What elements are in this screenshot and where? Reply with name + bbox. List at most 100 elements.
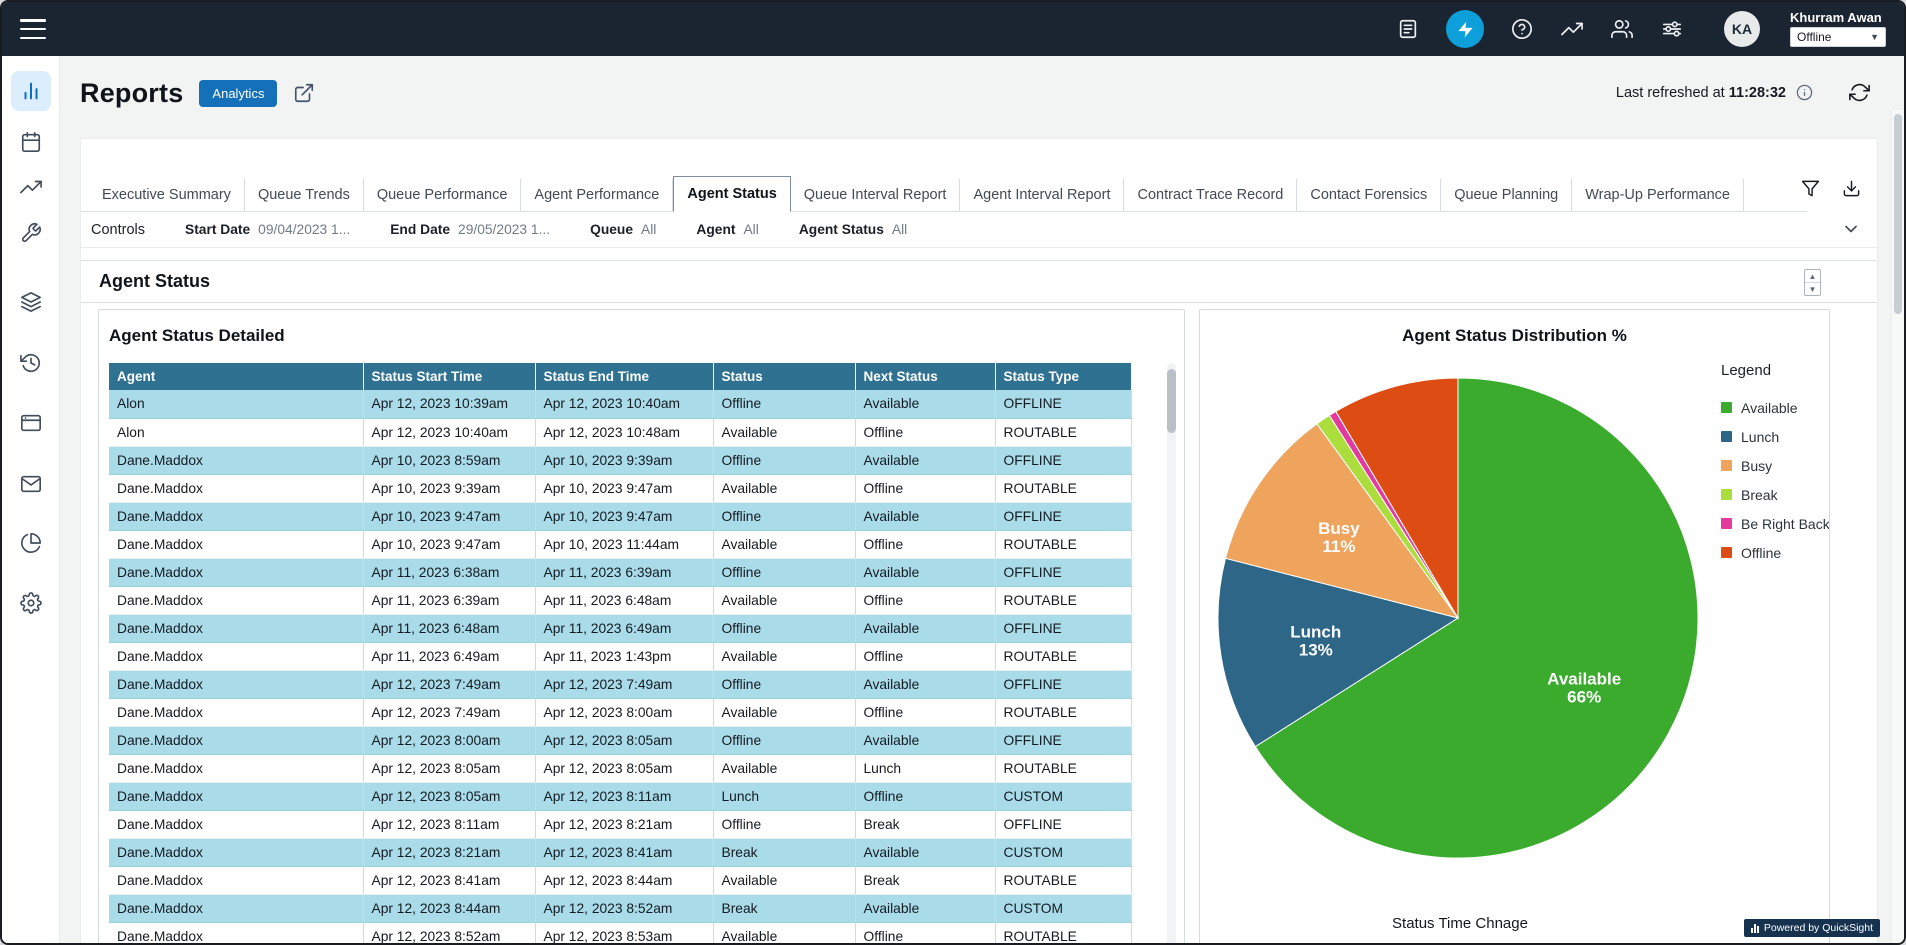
table-cell[interactable]: Apr 12, 2023 8:00am: [363, 726, 535, 754]
table-row[interactable]: Dane.MaddoxApr 12, 2023 8:41amApr 12, 20…: [109, 866, 1131, 894]
table-cell[interactable]: Available: [713, 922, 855, 945]
table-cell[interactable]: Apr 12, 2023 7:49am: [363, 670, 535, 698]
table-cell[interactable]: OFFLINE: [995, 810, 1131, 838]
table-cell[interactable]: Offline: [713, 446, 855, 474]
table-row[interactable]: Dane.MaddoxApr 12, 2023 8:11amApr 12, 20…: [109, 810, 1131, 838]
table-cell[interactable]: Lunch: [855, 754, 995, 782]
table-cell[interactable]: Dane.Maddox: [109, 698, 363, 726]
column-header-status[interactable]: Status: [713, 363, 855, 390]
sidebar-window-icon[interactable]: [11, 403, 51, 443]
table-cell[interactable]: Apr 12, 2023 7:49am: [535, 670, 713, 698]
table-cell[interactable]: ROUTABLE: [995, 418, 1131, 446]
table-cell[interactable]: Apr 11, 2023 6:39am: [535, 558, 713, 586]
table-cell[interactable]: Apr 10, 2023 9:39am: [535, 446, 713, 474]
table-scrollbar-thumb[interactable]: [1167, 369, 1176, 433]
table-cell[interactable]: Apr 12, 2023 10:48am: [535, 418, 713, 446]
tab-queue-performance[interactable]: Queue Performance: [364, 179, 522, 211]
filter-start-date[interactable]: Start Date09/04/2023 1...: [185, 222, 350, 237]
table-cell[interactable]: Apr 12, 2023 8:05am: [363, 782, 535, 810]
table-cell[interactable]: Apr 10, 2023 9:47am: [363, 502, 535, 530]
filter-agent[interactable]: AgentAll: [696, 222, 758, 237]
table-row[interactable]: Dane.MaddoxApr 10, 2023 8:59amApr 10, 20…: [109, 446, 1131, 474]
sidebar-gear-icon[interactable]: [11, 583, 51, 623]
table-cell[interactable]: Dane.Maddox: [109, 866, 363, 894]
table-cell[interactable]: ROUTABLE: [995, 866, 1131, 894]
table-cell[interactable]: ROUTABLE: [995, 642, 1131, 670]
table-cell[interactable]: CUSTOM: [995, 894, 1131, 922]
table-cell[interactable]: CUSTOM: [995, 782, 1131, 810]
table-cell[interactable]: Available: [713, 530, 855, 558]
table-cell[interactable]: Apr 12, 2023 10:40am: [535, 390, 713, 418]
table-cell[interactable]: Offline: [855, 922, 995, 945]
sidebar-mail-icon[interactable]: [11, 464, 51, 504]
table-cell[interactable]: Apr 11, 2023 6:38am: [363, 558, 535, 586]
table-cell[interactable]: Apr 12, 2023 8:00am: [535, 698, 713, 726]
table-row[interactable]: Dane.MaddoxApr 12, 2023 8:00amApr 12, 20…: [109, 726, 1131, 754]
table-cell[interactable]: Dane.Maddox: [109, 474, 363, 502]
table-cell[interactable]: Alon: [109, 390, 363, 418]
table-cell[interactable]: Dane.Maddox: [109, 810, 363, 838]
tab-executive-summary[interactable]: Executive Summary: [89, 179, 245, 211]
table-cell[interactable]: Dane.Maddox: [109, 754, 363, 782]
page-scrollbar-thumb[interactable]: [1894, 114, 1902, 314]
table-cell[interactable]: Available: [855, 390, 995, 418]
table-row[interactable]: AlonApr 12, 2023 10:40amApr 12, 2023 10:…: [109, 418, 1131, 446]
table-cell[interactable]: ROUTABLE: [995, 474, 1131, 502]
table-cell[interactable]: Break: [713, 894, 855, 922]
column-header-status-end-time[interactable]: Status End Time: [535, 363, 713, 390]
table-cell[interactable]: Available: [713, 754, 855, 782]
notes-icon[interactable]: [1396, 17, 1420, 41]
table-cell[interactable]: Available: [855, 670, 995, 698]
sidebar-history-icon[interactable]: [11, 343, 51, 383]
legend-item-busy[interactable]: Busy: [1721, 451, 1830, 480]
table-cell[interactable]: Offline: [713, 670, 855, 698]
table-cell[interactable]: Offline: [713, 558, 855, 586]
table-cell[interactable]: OFFLINE: [995, 670, 1131, 698]
tab-contract-trace-record[interactable]: Contract Trace Record: [1124, 179, 1297, 211]
users-icon[interactable]: [1610, 17, 1634, 41]
column-header-agent[interactable]: Agent: [109, 363, 363, 390]
table-cell[interactable]: ROUTABLE: [995, 922, 1131, 945]
table-cell[interactable]: Apr 11, 2023 6:49am: [535, 614, 713, 642]
legend-item-lunch[interactable]: Lunch: [1721, 422, 1830, 451]
table-cell[interactable]: Apr 11, 2023 6:48am: [363, 614, 535, 642]
table-row[interactable]: Dane.MaddoxApr 11, 2023 6:49amApr 11, 20…: [109, 642, 1131, 670]
table-cell[interactable]: Offline: [855, 418, 995, 446]
table-cell[interactable]: OFFLINE: [995, 502, 1131, 530]
table-cell[interactable]: ROUTABLE: [995, 754, 1131, 782]
table-cell[interactable]: Apr 10, 2023 9:47am: [535, 474, 713, 502]
info-icon[interactable]: [1796, 84, 1813, 101]
table-cell[interactable]: Apr 12, 2023 8:52am: [535, 894, 713, 922]
table-cell[interactable]: Apr 11, 2023 1:43pm: [535, 642, 713, 670]
table-cell[interactable]: Apr 11, 2023 6:49am: [363, 642, 535, 670]
legend-item-break[interactable]: Break: [1721, 480, 1830, 509]
table-cell[interactable]: ROUTABLE: [995, 530, 1131, 558]
refresh-icon[interactable]: [1849, 82, 1870, 103]
table-cell[interactable]: Available: [713, 474, 855, 502]
table-cell[interactable]: Break: [855, 810, 995, 838]
legend-item-available[interactable]: Available: [1721, 393, 1830, 422]
table-cell[interactable]: Apr 10, 2023 11:44am: [535, 530, 713, 558]
legend-item-offline[interactable]: Offline: [1721, 538, 1830, 567]
filter-queue[interactable]: QueueAll: [590, 222, 656, 237]
table-row[interactable]: Dane.MaddoxApr 12, 2023 7:49amApr 12, 20…: [109, 670, 1131, 698]
table-cell[interactable]: OFFLINE: [995, 726, 1131, 754]
legend-item-be-right-back[interactable]: Be Right Back: [1721, 509, 1830, 538]
filter-end-date[interactable]: End Date29/05/2023 1...: [390, 222, 550, 237]
external-link-icon[interactable]: [293, 82, 315, 104]
table-cell[interactable]: Dane.Maddox: [109, 670, 363, 698]
table-row[interactable]: Dane.MaddoxApr 12, 2023 8:05amApr 12, 20…: [109, 782, 1131, 810]
sidebar-pie-chart-icon[interactable]: [11, 523, 51, 563]
table-cell[interactable]: Available: [855, 502, 995, 530]
help-icon[interactable]: [1510, 17, 1534, 41]
tab-queue-trends[interactable]: Queue Trends: [245, 179, 364, 211]
hamburger-menu-icon[interactable]: [20, 19, 46, 39]
table-cell[interactable]: Apr 12, 2023 8:05am: [363, 754, 535, 782]
sidebar-layers-icon[interactable]: [11, 282, 51, 322]
table-cell[interactable]: Dane.Maddox: [109, 502, 363, 530]
controls-collapse-chevron-icon[interactable]: [1841, 219, 1861, 239]
table-cell[interactable]: Apr 12, 2023 8:21am: [535, 810, 713, 838]
table-cell[interactable]: Offline: [713, 810, 855, 838]
sidebar-analytics-icon[interactable]: [11, 71, 51, 111]
table-row[interactable]: Dane.MaddoxApr 12, 2023 8:52amApr 12, 20…: [109, 922, 1131, 945]
